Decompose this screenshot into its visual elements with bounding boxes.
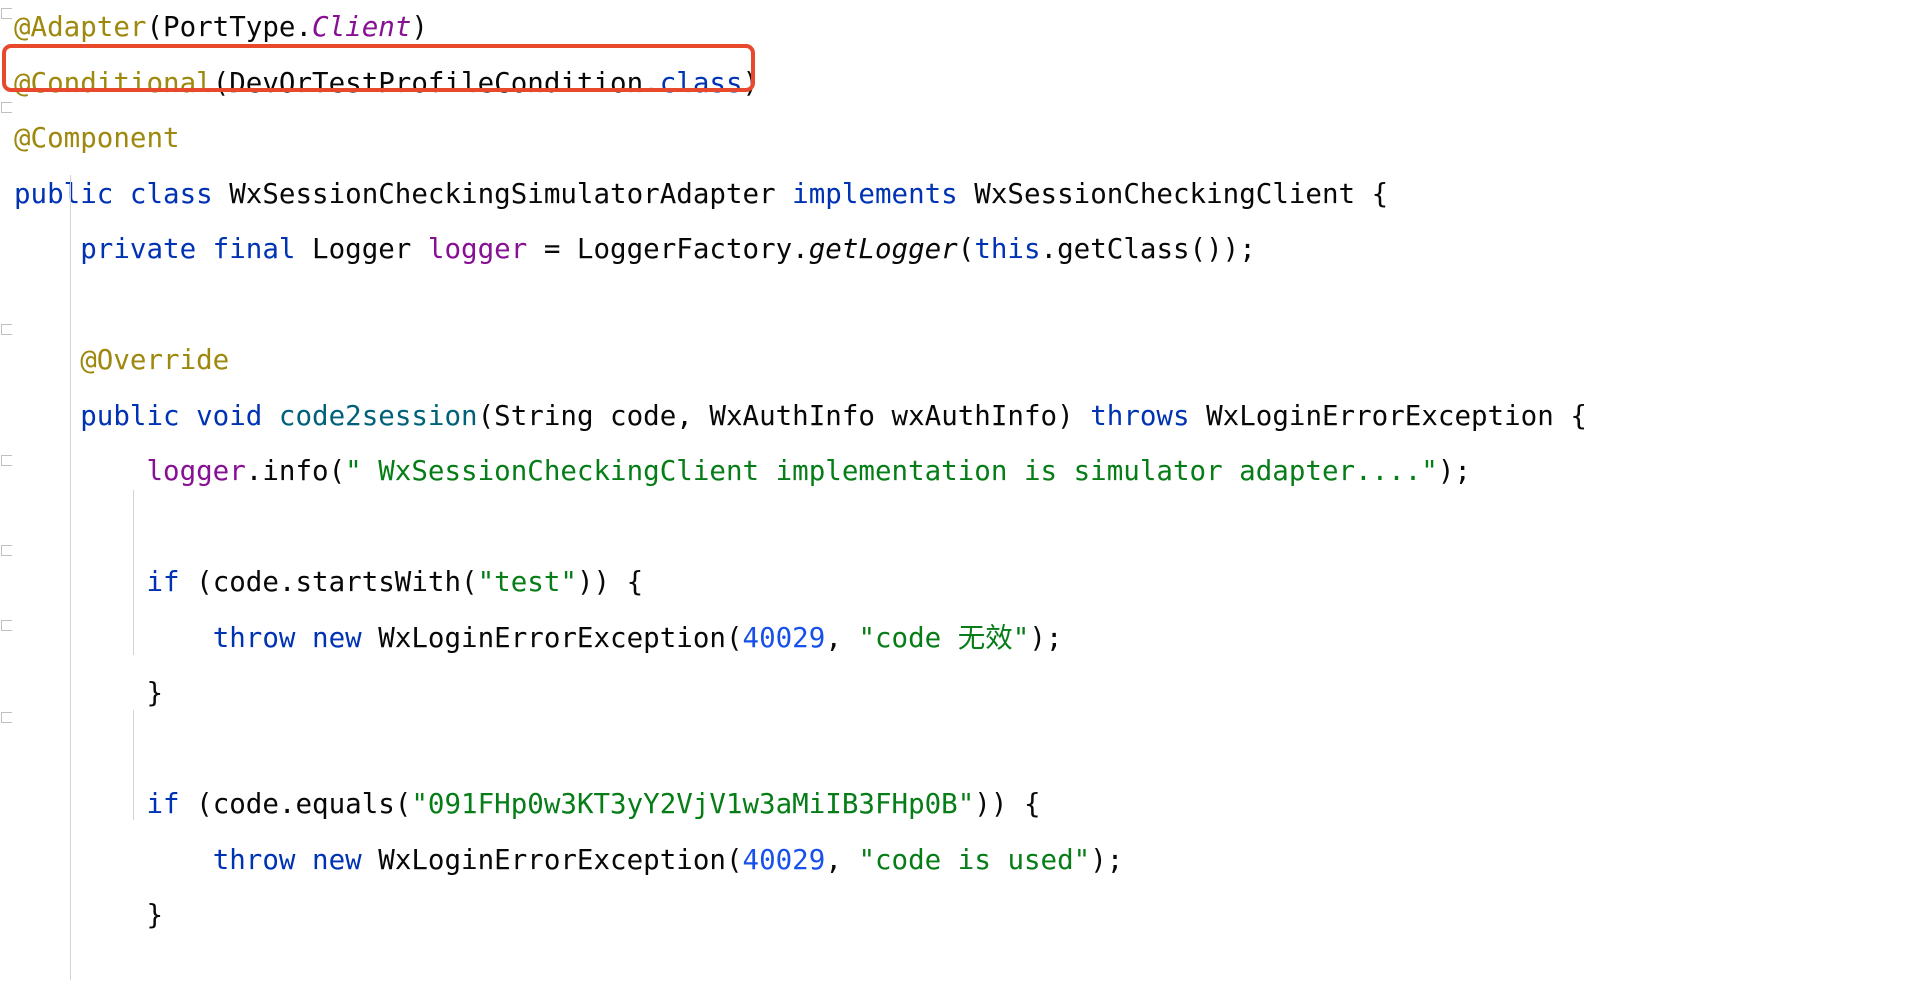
code-token-str: "code is used"	[858, 844, 1090, 876]
code-line[interactable]	[0, 722, 1920, 778]
code-token-plain: ,	[825, 622, 858, 654]
code-token-plain: (DevOrTestProfileCondition.	[213, 67, 660, 99]
indent-guide	[133, 600, 134, 655]
code-token-plain: (	[958, 233, 975, 265]
code-token-plain	[14, 566, 146, 598]
code-token-plain: WxLoginErrorException(	[362, 844, 743, 876]
code-token-kw: implements	[792, 178, 958, 210]
code-line[interactable]: @Conditional(DevOrTestProfileCondition.c…	[0, 56, 1920, 112]
code-token-kw: if	[146, 788, 179, 820]
code-token-plain: );	[1438, 455, 1471, 487]
code-token-anno: @Component	[14, 122, 180, 154]
code-token-plain: WxSessionCheckingClient {	[958, 178, 1388, 210]
code-token-str: "test"	[478, 566, 577, 598]
code-line[interactable]: throw new WxLoginErrorException(40029, "…	[0, 833, 1920, 889]
code-token-kw: public void	[80, 400, 262, 432]
code-token-kw: class	[660, 67, 743, 99]
code-token-plain: )	[743, 67, 760, 99]
code-token-plain: ,	[825, 844, 858, 876]
code-content[interactable]: @Adapter(PortType.Client)@Conditional(De…	[0, 0, 1920, 980]
code-token-plain: WxLoginErrorException {	[1190, 400, 1587, 432]
code-token-num: 40029	[743, 844, 826, 876]
code-token-plain	[14, 844, 213, 876]
code-token-str: "091FHp0w3KT3yY2VjV1w3aMiIB3FHp0B"	[411, 788, 974, 820]
code-line[interactable]: }	[0, 888, 1920, 944]
code-token-plain: )) {	[577, 566, 643, 598]
code-line[interactable]: private final Logger logger = LoggerFact…	[0, 222, 1920, 278]
code-token-enum: Client	[312, 11, 411, 43]
code-token-kw: private final	[80, 233, 295, 265]
code-token-field: logger	[146, 455, 245, 487]
code-token-kw: this	[974, 233, 1040, 265]
code-token-plain	[14, 455, 146, 487]
code-token-plain: Logger	[295, 233, 427, 265]
code-token-plain: WxLoginErrorException(	[362, 622, 743, 654]
code-token-anno: @Adapter	[14, 11, 146, 43]
code-token-static: getLogger	[809, 233, 958, 265]
code-line[interactable]: if (code.startsWith("test")) {	[0, 555, 1920, 611]
code-token-str: " WxSessionCheckingClient implementation…	[345, 455, 1438, 487]
code-line[interactable]: }	[0, 666, 1920, 722]
code-token-str: "code 无效"	[858, 622, 1029, 654]
code-token-plain: = LoggerFactory.	[527, 233, 808, 265]
code-token-plain	[262, 400, 279, 432]
code-line[interactable]: @Override	[0, 333, 1920, 389]
indent-guide	[133, 490, 134, 600]
indent-guide	[70, 175, 71, 980]
code-token-kw: throw new	[213, 844, 362, 876]
code-token-plain	[14, 788, 146, 820]
code-line[interactable]: if (code.equals("091FHp0w3KT3yY2VjV1w3aM…	[0, 777, 1920, 833]
code-line[interactable]: @Component	[0, 111, 1920, 167]
code-token-kw: if	[146, 566, 179, 598]
code-token-plain	[14, 622, 213, 654]
code-line[interactable]: @Adapter(PortType.Client)	[0, 0, 1920, 56]
code-token-plain: .getClass());	[1041, 233, 1256, 265]
code-token-plain: (PortType.	[146, 11, 312, 43]
code-line[interactable]: throw new WxLoginErrorException(40029, "…	[0, 611, 1920, 667]
code-token-plain: );	[1090, 844, 1123, 876]
code-token-plain: (String code, WxAuthInfo wxAuthInfo)	[478, 400, 1091, 432]
code-line[interactable]	[0, 278, 1920, 334]
code-line[interactable]	[0, 944, 1920, 999]
code-token-plain: );	[1029, 622, 1062, 654]
code-token-field: logger	[428, 233, 527, 265]
code-token-plain: .info(	[246, 455, 345, 487]
code-editor[interactable]: @Adapter(PortType.Client)@Conditional(De…	[0, 0, 1920, 980]
code-token-plain: )	[411, 11, 428, 43]
indent-guide	[133, 710, 134, 820]
code-token-plain: )) {	[974, 788, 1040, 820]
code-token-plain: (code.startsWith(	[180, 566, 478, 598]
code-line[interactable]: public void code2session(String code, Wx…	[0, 389, 1920, 445]
code-token-plain: }	[14, 899, 163, 931]
code-line[interactable]: public class WxSessionCheckingSimulatorA…	[0, 167, 1920, 223]
code-token-num: 40029	[743, 622, 826, 654]
code-token-kw: public class	[14, 178, 213, 210]
code-token-kw: throws	[1090, 400, 1189, 432]
code-token-kw: throw new	[213, 622, 362, 654]
code-token-anno: @Conditional	[14, 67, 213, 99]
code-token-method: code2session	[279, 400, 478, 432]
code-line[interactable]	[0, 500, 1920, 556]
code-line[interactable]: logger.info(" WxSessionCheckingClient im…	[0, 444, 1920, 500]
code-token-plain: }	[14, 677, 163, 709]
code-token-anno: @Override	[80, 344, 229, 376]
code-token-plain: WxSessionCheckingSimulatorAdapter	[213, 178, 792, 210]
code-token-plain: (code.equals(	[180, 788, 412, 820]
